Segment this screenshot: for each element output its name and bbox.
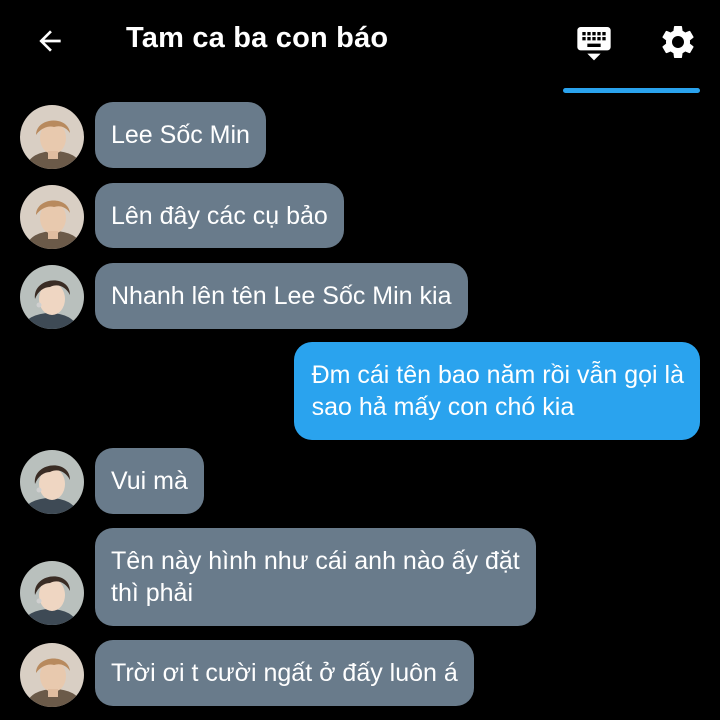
message-bubble-incoming[interactable]: Trời ơi t cười ngất ở đấy luôn á	[95, 640, 474, 706]
avatar-image	[20, 105, 84, 169]
message-bubble-incoming[interactable]: Tên này hình như cái anh nào ấy đặt thì …	[95, 528, 536, 626]
avatar[interactable]	[20, 105, 84, 169]
avatar[interactable]	[20, 265, 84, 329]
message-text: thì phải	[111, 579, 194, 607]
avatar-image	[20, 561, 84, 625]
arrow-left-icon	[39, 30, 61, 52]
message-bubble-incoming[interactable]: Vui mà	[95, 448, 204, 514]
back-button[interactable]	[22, 16, 78, 66]
avatar[interactable]	[20, 561, 84, 625]
message-text: Nhanh lên tên Lee Sốc Min kia	[111, 282, 452, 310]
settings-button[interactable]	[652, 18, 704, 66]
avatar-image	[20, 185, 84, 249]
keyboard-button[interactable]	[568, 18, 620, 66]
message-text: Trời ơi t cười ngất ở đấy luôn á	[111, 659, 458, 687]
avatar-image	[20, 450, 84, 514]
chat-header: Tam ca ba con báo	[0, 0, 720, 93]
avatar[interactable]	[20, 643, 84, 707]
avatar-image	[20, 265, 84, 329]
chat-title: Tam ca ba con báo	[126, 22, 389, 54]
keyboard-tab-indicator	[563, 88, 700, 93]
message-bubble-outgoing[interactable]: Đm cái tên bao năm rồi vẫn gọi là sao hả…	[293, 342, 700, 440]
keyboard-icon	[577, 27, 611, 61]
avatar-image	[20, 643, 84, 707]
avatar[interactable]	[20, 185, 84, 249]
message-text: Vui mà	[111, 467, 188, 495]
message-text: Lên đây các cụ bảo	[111, 201, 328, 230]
message-bubble-incoming[interactable]: Lên đây các cụ bảo	[95, 183, 344, 248]
gear-icon	[662, 25, 694, 58]
avatar[interactable]	[20, 450, 84, 514]
message-text: Đm cái tên bao năm rồi vẫn gọi là	[311, 361, 684, 389]
message-bubble-incoming[interactable]: Nhanh lên tên Lee Sốc Min kia	[95, 263, 468, 329]
message-text: Lee Sốc Min	[111, 121, 250, 149]
message-text: sao hả mấy con chó kia	[311, 393, 575, 421]
message-bubble-incoming[interactable]: Lee Sốc Min	[95, 102, 266, 168]
message-text: Tên này hình như cái anh nào ấy đặt	[111, 547, 520, 575]
